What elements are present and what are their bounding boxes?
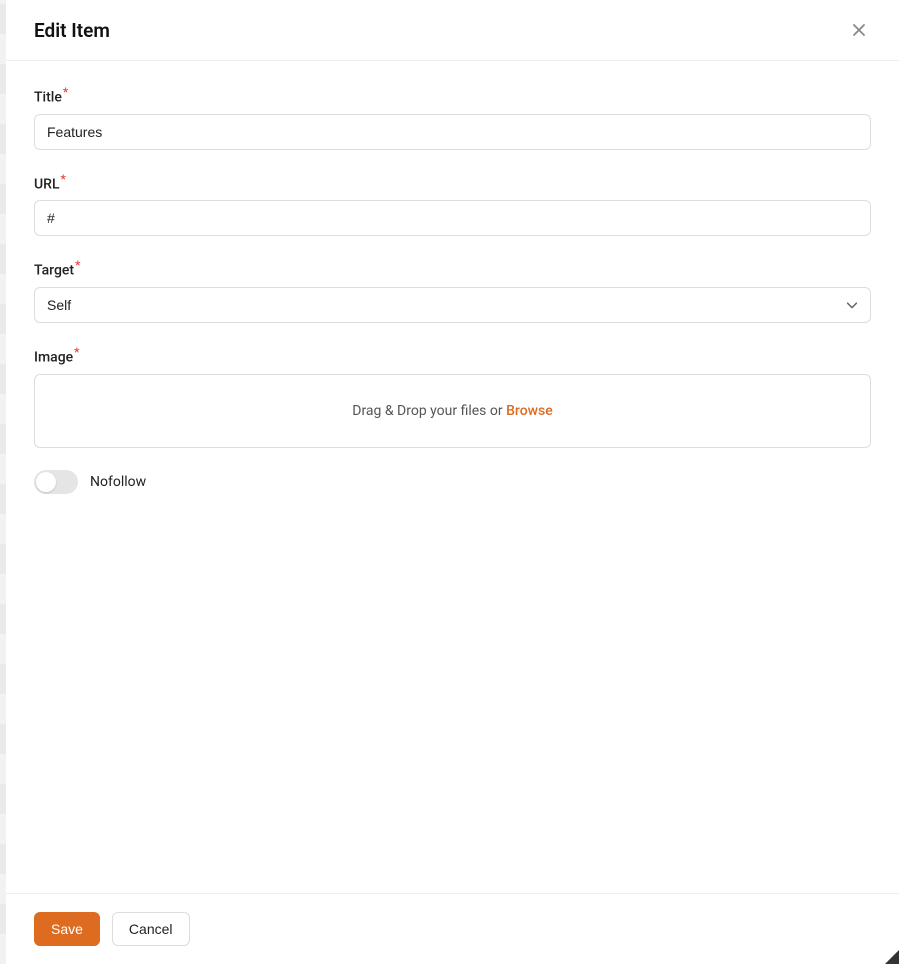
image-dropzone[interactable]: Drag & Drop your files or Browse — [34, 374, 871, 448]
url-field-group: URL* — [34, 172, 871, 237]
modal-header: Edit Item — [6, 0, 899, 61]
nofollow-field-group: Nofollow — [34, 470, 871, 494]
target-field-group: Target* Self — [34, 258, 871, 323]
image-label: Image* — [34, 345, 871, 366]
target-label: Target* — [34, 258, 871, 279]
url-input[interactable] — [34, 200, 871, 236]
resize-handle-icon[interactable] — [885, 950, 899, 964]
target-select-wrapper: Self — [34, 287, 871, 323]
image-label-text: Image — [34, 350, 73, 366]
target-select[interactable]: Self — [34, 287, 871, 323]
cancel-button[interactable]: Cancel — [112, 912, 190, 946]
target-label-text: Target — [34, 263, 74, 279]
modal-title: Edit Item — [34, 19, 110, 42]
nofollow-label: Nofollow — [90, 474, 146, 490]
toggle-knob — [36, 472, 56, 492]
nofollow-toggle[interactable] — [34, 470, 78, 494]
modal-footer: Save Cancel — [6, 893, 899, 964]
title-field-group: Title* — [34, 85, 871, 150]
required-marker: * — [61, 172, 66, 186]
save-button[interactable]: Save — [34, 912, 100, 946]
required-marker: * — [74, 345, 79, 359]
title-label: Title* — [34, 85, 871, 106]
dropzone-text: Drag & Drop your files or — [352, 403, 506, 419]
image-field-group: Image* Drag & Drop your files or Browse — [34, 345, 871, 448]
url-label: URL* — [34, 172, 871, 193]
required-marker: * — [63, 85, 68, 99]
url-label-text: URL — [34, 176, 60, 192]
title-input[interactable] — [34, 114, 871, 150]
browse-link[interactable]: Browse — [506, 403, 553, 419]
modal-body: Title* URL* Target* Self — [6, 61, 899, 893]
close-button[interactable] — [847, 18, 871, 42]
required-marker: * — [75, 258, 80, 272]
edit-item-modal: Edit Item Title* URL* Target* — [6, 0, 899, 964]
title-label-text: Title — [34, 90, 62, 106]
close-icon — [851, 22, 867, 38]
